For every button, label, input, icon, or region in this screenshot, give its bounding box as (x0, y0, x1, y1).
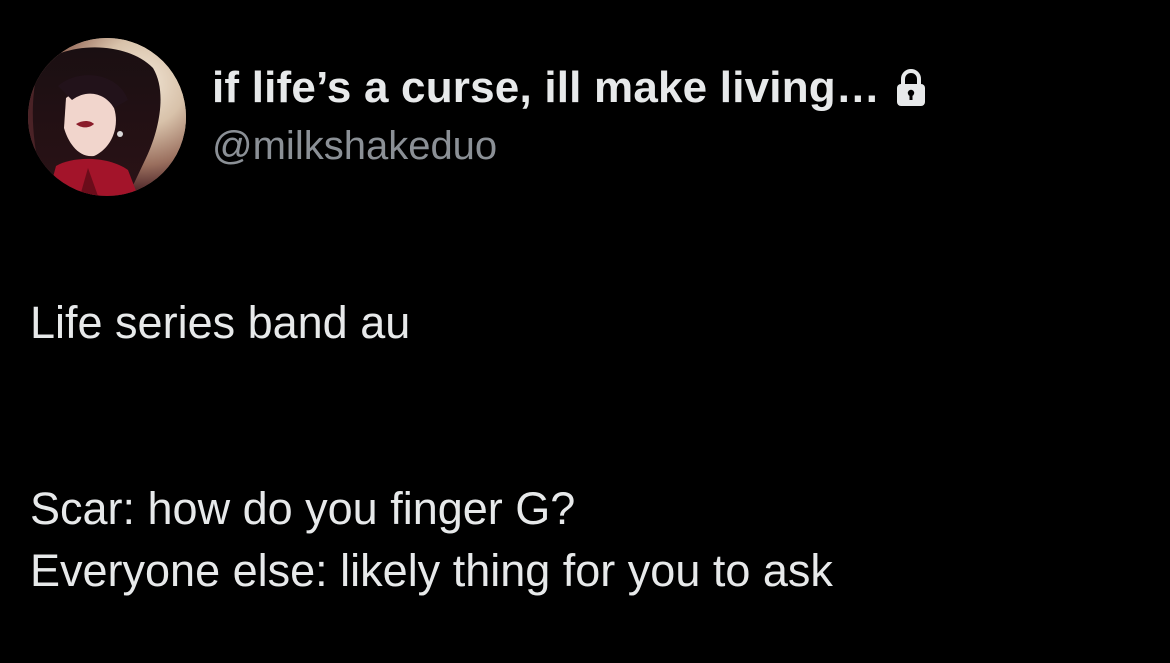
display-name[interactable]: if life’s a curse, ill make living… (212, 63, 880, 113)
tweet-card: if life’s a curse, ill make living… @mil… (0, 0, 1170, 663)
tweet-line-2: Scar: how do you finger G? (30, 483, 576, 534)
avatar[interactable] (28, 38, 186, 196)
user-handle[interactable]: @milkshakeduo (212, 124, 497, 169)
profile-avatar-image (28, 38, 186, 196)
lock-icon (894, 68, 928, 108)
display-name-row: if life’s a curse, ill make living… (212, 60, 928, 116)
tweet-text: Life series band au Scar: how do you fin… (30, 292, 1150, 602)
tweet-line-1: Life series band au (30, 297, 411, 348)
tweet-line-3: Everyone else: likely thing for you to a… (30, 545, 833, 596)
